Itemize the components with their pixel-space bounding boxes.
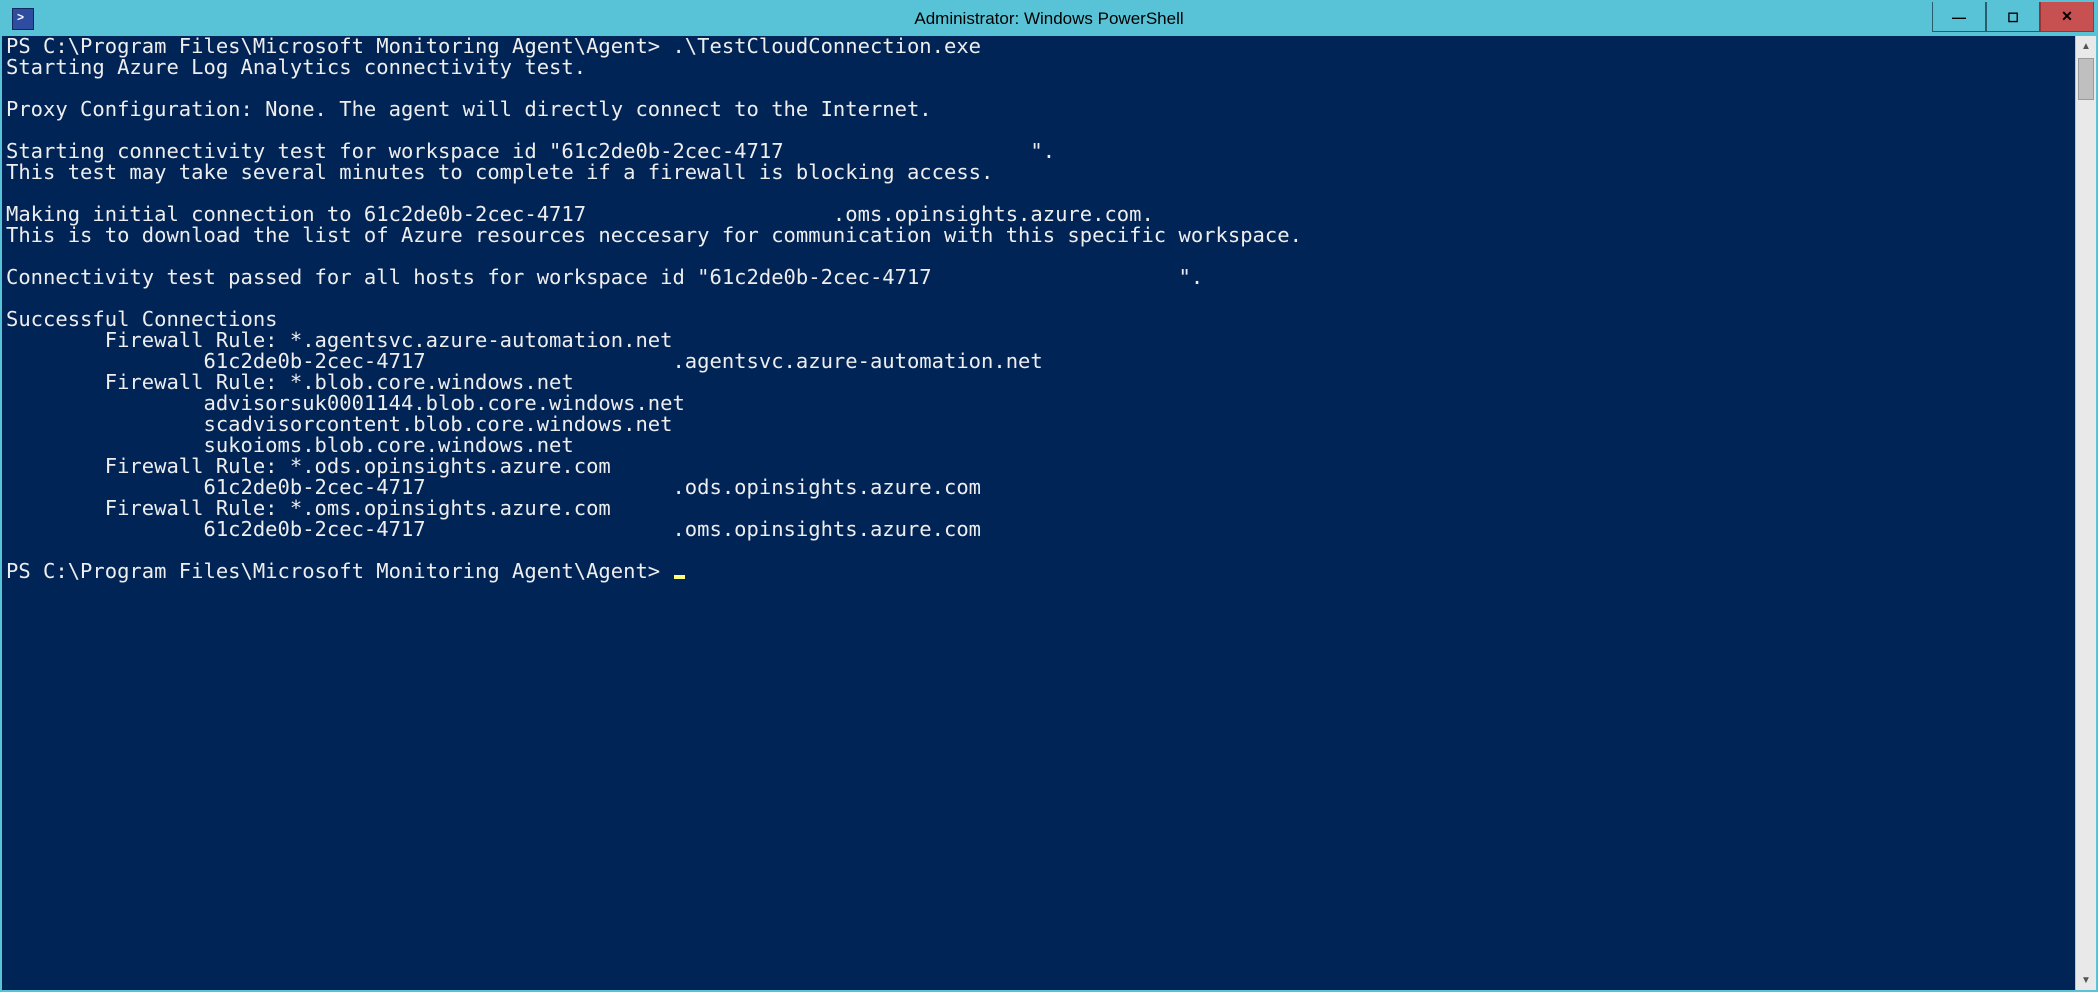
- output-line: Starting Azure Log Analytics connectivit…: [6, 55, 586, 79]
- window-title: Administrator: Windows PowerShell: [2, 9, 2096, 29]
- scroll-down-arrow-icon[interactable]: ▼: [2076, 970, 2096, 990]
- minimize-icon: —: [1952, 9, 1966, 25]
- scroll-up-arrow-icon[interactable]: ▲: [2076, 36, 2096, 56]
- minimize-button[interactable]: —: [1932, 2, 1986, 32]
- titlebar[interactable]: Administrator: Windows PowerShell — ◻ ✕: [2, 2, 2096, 36]
- vertical-scrollbar[interactable]: ▲ ▼: [2075, 36, 2096, 990]
- output-line: This is to download the list of Azure re…: [6, 223, 1302, 247]
- close-icon: ✕: [2061, 8, 2073, 25]
- powershell-icon: [12, 8, 34, 30]
- console-output[interactable]: PS C:\Program Files\Microsoft Monitoring…: [2, 36, 2075, 990]
- window-controls: — ◻ ✕: [1932, 2, 2096, 36]
- scroll-thumb[interactable]: [2078, 58, 2094, 100]
- output-line: This test may take several minutes to co…: [6, 160, 993, 184]
- client-area: PS C:\Program Files\Microsoft Monitoring…: [2, 36, 2096, 990]
- output-line: 61c2de0b-2cec-4717 .oms.opinsights.azure…: [6, 517, 981, 541]
- maximize-button[interactable]: ◻: [1986, 2, 2040, 32]
- output-line: Connectivity test passed for all hosts f…: [6, 265, 1203, 289]
- close-button[interactable]: ✕: [2040, 2, 2094, 32]
- maximize-icon: ◻: [2007, 8, 2019, 25]
- prompt-line: PS C:\Program Files\Microsoft Monitoring…: [6, 559, 672, 583]
- powershell-window: Administrator: Windows PowerShell — ◻ ✕ …: [0, 0, 2098, 992]
- output-line: Proxy Configuration: None. The agent wil…: [6, 97, 932, 121]
- cursor-icon: [674, 575, 685, 579]
